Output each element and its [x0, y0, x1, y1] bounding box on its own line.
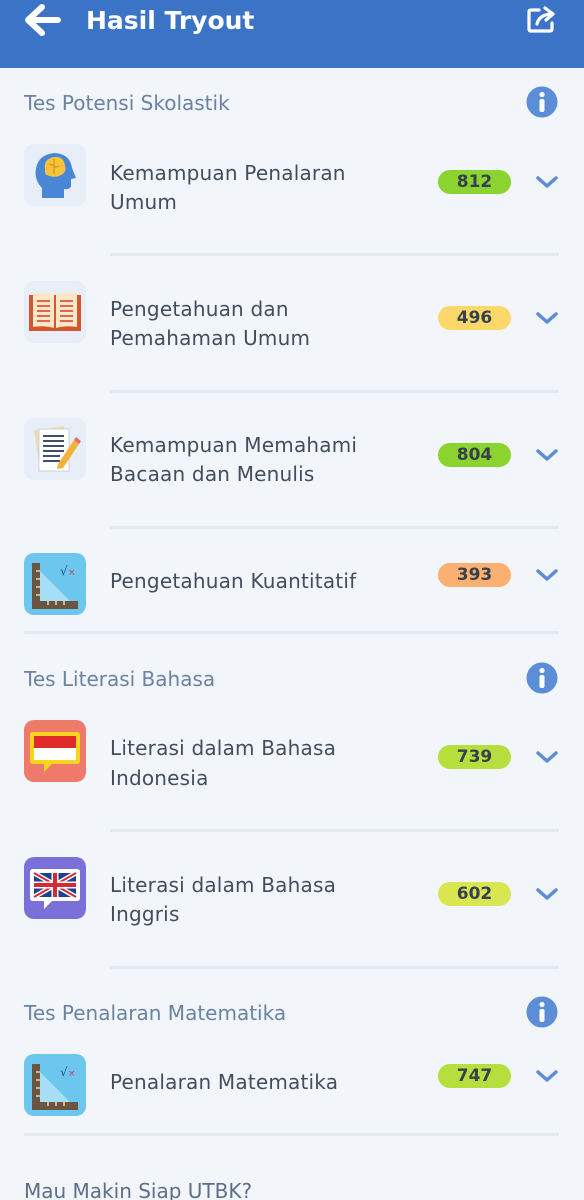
subtest-label: Umum — [110, 190, 178, 214]
back-arrow-icon[interactable] — [22, 2, 62, 38]
document-pencil-icon — [24, 418, 86, 480]
chevron-down-icon[interactable] — [535, 174, 559, 190]
subtest-label: Pengetahuan Kuantitatif — [110, 569, 357, 593]
subtest-label: Penalaran Matematika — [110, 1070, 339, 1094]
chevron-down-icon[interactable] — [535, 310, 559, 326]
ruler-math-icon: √ × — [24, 1054, 86, 1116]
svg-text:×: × — [68, 1069, 76, 1079]
score-badge: 747 — [438, 1064, 511, 1088]
open-book-icon — [24, 281, 86, 343]
section-title-tps: Tes Potensi Skolastik — [24, 91, 230, 115]
divider — [110, 526, 559, 529]
uk-flag-chat-icon — [24, 857, 86, 919]
divider — [24, 631, 559, 634]
divider — [110, 253, 559, 256]
score-badge: 393 — [438, 563, 511, 587]
section-title-matematika: Tes Penalaran Matematika — [24, 1001, 287, 1025]
chevron-down-icon[interactable] — [535, 749, 559, 765]
divider — [110, 390, 559, 393]
svg-text:√: √ — [60, 1065, 68, 1079]
divider — [110, 829, 559, 832]
share-icon[interactable] — [526, 4, 558, 34]
score-badge: 602 — [438, 882, 511, 906]
promo-title: Mau Makin Siap UTBK? — [24, 1179, 253, 1200]
score-badge: 739 — [438, 745, 511, 769]
subtest-label: Kemampuan Penalaran — [110, 161, 346, 185]
subtest-label: Inggris — [110, 902, 180, 926]
chevron-down-icon[interactable] — [535, 567, 559, 583]
subtest-label: Pengetahuan dan — [110, 297, 289, 321]
subtest-label: Indonesia — [110, 766, 209, 790]
svg-text:×: × — [68, 568, 76, 578]
score-badge: 496 — [438, 306, 511, 330]
subtest-label: Pemahaman Umum — [110, 326, 311, 350]
chevron-down-icon[interactable] — [535, 1068, 559, 1084]
subtest-label: Literasi dalam Bahasa — [110, 736, 337, 760]
head-brain-icon — [24, 144, 86, 206]
section-title-literasi: Tes Literasi Bahasa — [24, 667, 216, 691]
subtest-label: Kemampuan Memahami — [110, 433, 358, 457]
chevron-down-icon[interactable] — [535, 447, 559, 463]
score-badge: 804 — [438, 443, 511, 467]
info-icon[interactable] — [526, 996, 558, 1028]
app-bar: Hasil Tryout — [0, 0, 584, 68]
subtest-label: Literasi dalam Bahasa — [110, 873, 337, 897]
chevron-down-icon[interactable] — [535, 886, 559, 902]
score-badge: 812 — [438, 170, 511, 194]
page-title: Hasil Tryout — [86, 6, 255, 35]
subtest-label: Bacaan dan Menulis — [110, 462, 315, 486]
svg-text:√: √ — [60, 564, 68, 578]
ruler-math-icon: √ × — [24, 553, 86, 615]
indonesia-flag-chat-icon — [24, 720, 86, 782]
info-icon[interactable] — [526, 662, 558, 694]
divider — [110, 966, 559, 969]
divider — [24, 1133, 559, 1136]
info-icon[interactable] — [526, 86, 558, 118]
